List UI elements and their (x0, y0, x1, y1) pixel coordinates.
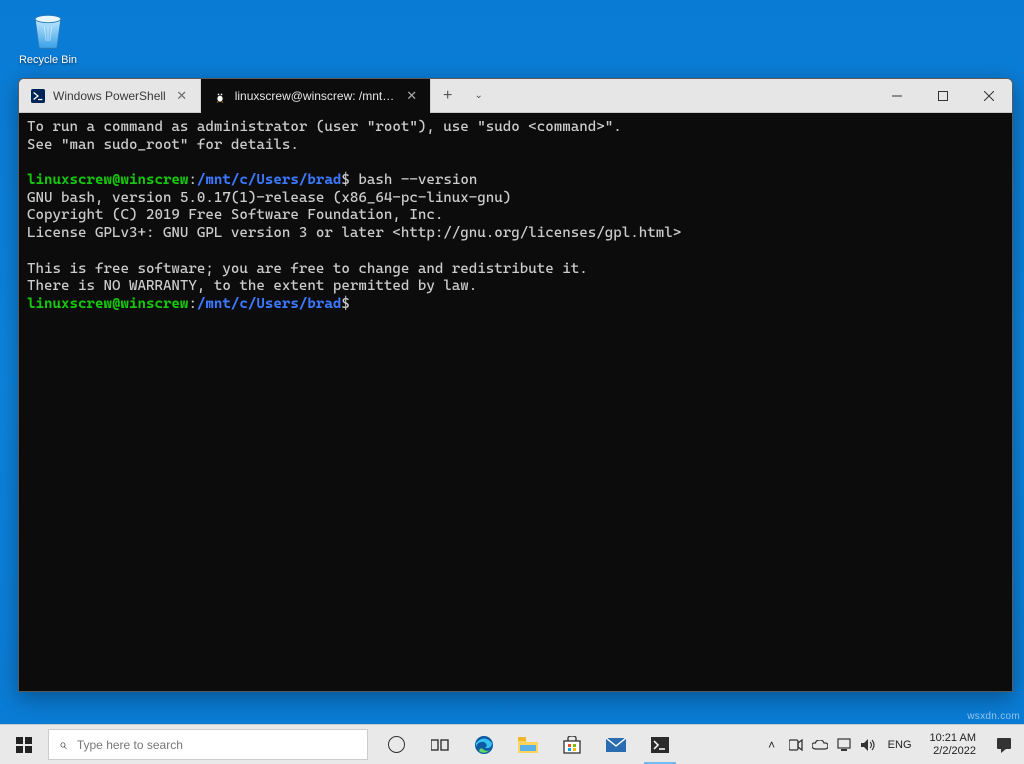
camera-icon (789, 739, 803, 751)
taskbar-store[interactable] (550, 725, 594, 764)
desktop-icon-recycle-bin[interactable]: Recycle Bin (18, 8, 78, 66)
term-line: This is free software; you are free to c… (27, 261, 588, 277)
term-line: To run a command as administrator (user … (27, 119, 622, 135)
windows-logo-icon (16, 737, 32, 753)
minimize-button[interactable] (874, 79, 920, 112)
notification-icon (996, 737, 1012, 753)
taskbar-pinned (368, 725, 682, 764)
tray-volume[interactable] (860, 737, 876, 753)
taskbar-search[interactable]: ⌕ Type here to search (48, 729, 368, 760)
taskbar-clock[interactable]: 10:21 AM 2/2/2022 (922, 725, 984, 764)
search-icon: ⌕ (59, 736, 67, 753)
desktop-icon-label: Recycle Bin (18, 54, 78, 66)
term-line: GNU bash, version 5.0.17(1)-release (x86… (27, 190, 511, 206)
prompt-user: linuxscrew@winscrew (27, 172, 188, 188)
tray-network[interactable] (836, 737, 852, 753)
maximize-button[interactable] (920, 79, 966, 112)
tab-label: linuxscrew@winscrew: /mnt/c/U (235, 89, 396, 103)
system-tray: ˄ ENG (758, 725, 922, 764)
watermark: wsxdn.com (967, 711, 1020, 722)
folder-icon (518, 737, 538, 753)
terminal-icon (651, 737, 669, 753)
prompt-path: /mnt/c/Users/brad (197, 296, 341, 312)
cloud-icon (812, 740, 828, 750)
taskbar-explorer[interactable] (506, 725, 550, 764)
terminal-window: Windows PowerShell ✕ linuxscrew@winscrew… (18, 78, 1013, 692)
taskbar-cortana[interactable] (374, 725, 418, 764)
command: bash --version (358, 172, 477, 188)
tab-label: Windows PowerShell (53, 89, 166, 103)
prompt-user: linuxscrew@winscrew (27, 296, 188, 312)
mail-icon (606, 738, 626, 752)
taskbar-task-view[interactable] (418, 725, 462, 764)
clock-time: 10:21 AM (930, 732, 976, 745)
tab-wsl-linux[interactable]: linuxscrew@winscrew: /mnt/c/U ✕ (201, 79, 431, 113)
taskbar: ⌕ Type here to search ˄ ENG 10:21 AM 2/2… (0, 724, 1024, 764)
tray-overflow[interactable]: ˄ (764, 737, 780, 753)
clock-date: 2/2/2022 (933, 745, 976, 758)
start-button[interactable] (0, 725, 48, 764)
tab-powershell[interactable]: Windows PowerShell ✕ (19, 79, 201, 113)
chevron-down-icon: ⌄ (475, 90, 483, 101)
tab-strip: Windows PowerShell ✕ linuxscrew@winscrew… (19, 79, 874, 112)
tray-language[interactable]: ENG (884, 739, 916, 751)
term-line: Copyright (C) 2019 Free Software Foundat… (27, 207, 443, 223)
taskbar-edge[interactable] (462, 725, 506, 764)
store-icon (563, 736, 581, 754)
action-center-button[interactable] (984, 725, 1024, 764)
close-button[interactable] (966, 79, 1012, 112)
taskbar-mail[interactable] (594, 725, 638, 764)
tray-onedrive[interactable] (812, 737, 828, 753)
ethernet-icon (837, 738, 851, 752)
tux-icon (213, 89, 227, 103)
tray-meet-now[interactable] (788, 737, 804, 753)
recycle-bin-icon (26, 8, 70, 52)
term-line: There is NO WARRANTY, to the extent perm… (27, 278, 477, 294)
plus-icon: + (443, 87, 452, 105)
taskbar-terminal[interactable] (638, 725, 682, 764)
prompt-path: /mnt/c/Users/brad (197, 172, 341, 188)
circle-icon (388, 736, 405, 753)
chevron-up-icon: ˄ (768, 738, 775, 752)
tab-close-button[interactable]: ✕ (404, 88, 420, 104)
tab-dropdown-button[interactable]: ⌄ (465, 79, 493, 112)
term-line: License GPLv3+: GNU GPL version 3 or lat… (27, 225, 681, 241)
window-controls (874, 79, 1012, 112)
titlebar: Windows PowerShell ✕ linuxscrew@winscrew… (19, 79, 1012, 113)
tab-close-button[interactable]: ✕ (174, 88, 190, 104)
terminal-output[interactable]: To run a command as administrator (user … (19, 113, 1012, 691)
speaker-icon (861, 739, 875, 751)
new-tab-button[interactable]: + (431, 79, 465, 112)
search-placeholder: Type here to search (77, 738, 183, 752)
powershell-icon (31, 89, 45, 103)
task-view-icon (431, 738, 449, 752)
term-line: See "man sudo_root" for details. (27, 137, 299, 153)
edge-icon (474, 735, 494, 755)
